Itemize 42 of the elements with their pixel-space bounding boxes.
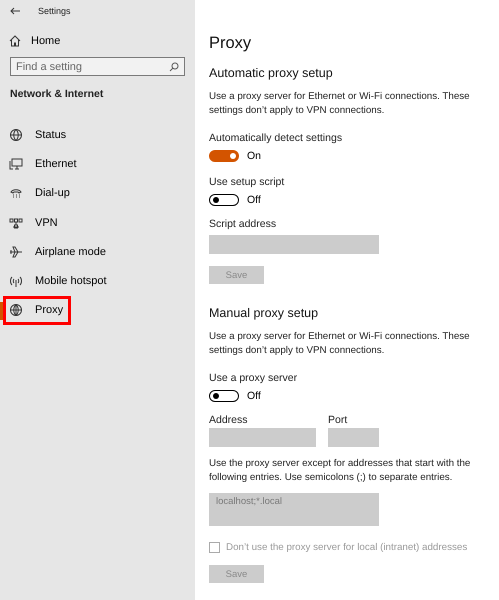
home-icon <box>9 35 21 47</box>
sidebar-item[interactable]: Status <box>0 120 74 150</box>
globe-icon <box>9 128 23 142</box>
port-field[interactable] <box>328 428 379 447</box>
monitor-icon <box>9 156 23 171</box>
checkbox-label: Don’t use the proxy server for local (intranet) addresses <box>226 542 468 553</box>
script-address-field[interactable] <box>209 235 379 254</box>
sidebar-item[interactable]: Mobile hotspot <box>0 266 115 296</box>
search-icon <box>169 62 179 72</box>
section-heading: Manual proxy setup <box>209 306 318 320</box>
home-link[interactable]: Home <box>9 33 60 49</box>
section-heading: Network & Internet <box>10 88 104 100</box>
field-label: Address <box>209 414 249 426</box>
page-title: Proxy <box>209 34 252 53</box>
toggle-state: Off <box>247 194 261 206</box>
address-field[interactable] <box>209 428 316 447</box>
window-title: Settings <box>38 6 71 16</box>
field-label: Script address <box>209 218 278 230</box>
sidebar-item[interactable]: Airplane mode <box>0 237 114 266</box>
network-icon <box>9 216 23 230</box>
description-text: Use a proxy server for Ethernet or Wi-Fi connections. These settings don’t apply to VPN connections. <box>209 330 471 358</box>
globe-icon <box>9 303 23 318</box>
back-arrow-icon[interactable] <box>10 7 20 15</box>
field-label: Port <box>328 414 348 426</box>
toggle-label: Automatically detect settings <box>209 132 344 144</box>
description-text: Use a proxy server for Ethernet or Wi-Fi connections. These settings don’t apply to VPN connections. <box>209 90 471 118</box>
toggle-switch[interactable] <box>209 150 239 162</box>
section-heading: Automatic proxy setup <box>209 66 333 80</box>
airplane-icon <box>9 244 23 259</box>
sidebar-item[interactable]: Dial-up <box>0 178 78 208</box>
toggle-state: Off <box>247 390 261 402</box>
toggle-switch[interactable] <box>209 390 239 402</box>
toggle-label: Use a proxy server <box>209 372 298 384</box>
sidebar-item[interactable]: VPN <box>0 208 66 238</box>
toggle-label: Use setup script <box>209 176 286 188</box>
description-text: Use the proxy server except for addresses that start with the following entries. Use semicolons (;) to separate entries. <box>209 457 472 485</box>
hotspot-icon <box>9 274 23 288</box>
sidebar-item[interactable]: Ethernet <box>0 149 85 179</box>
toggle-state: On <box>247 150 262 162</box>
toggle-switch[interactable] <box>209 194 239 206</box>
sidebar-item[interactable]: Proxy <box>3 296 72 326</box>
search-field[interactable]: Find a setting <box>10 57 185 76</box>
